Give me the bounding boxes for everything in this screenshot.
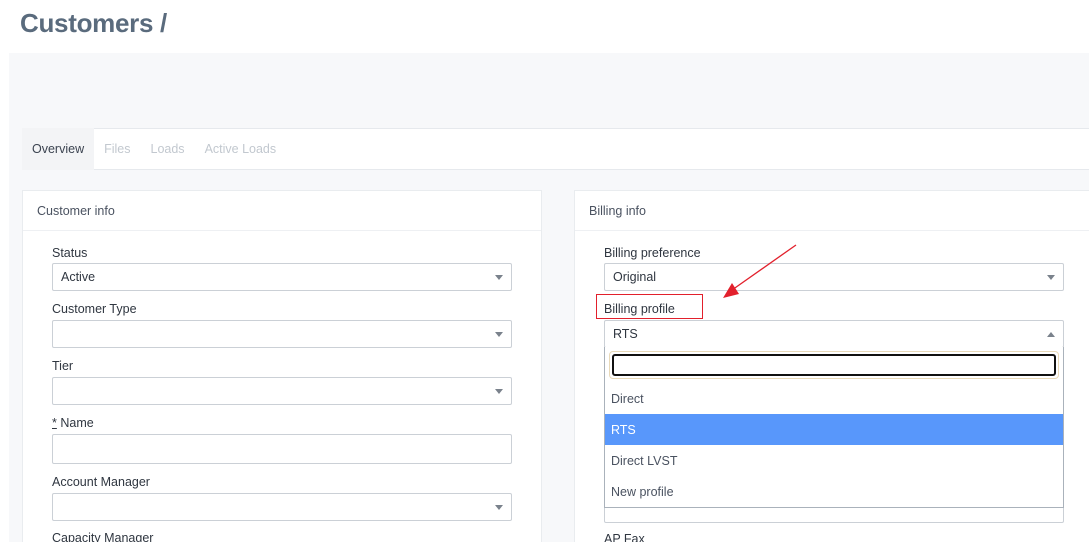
name-label: * Name	[52, 416, 94, 430]
annotation-arrow-icon	[723, 244, 797, 298]
tab-files[interactable]: Files	[94, 128, 140, 170]
chevron-down-icon	[495, 505, 503, 510]
account-manager-label: Account Manager	[52, 475, 150, 489]
name-input[interactable]	[52, 434, 512, 464]
name-label-text: Name	[60, 416, 94, 430]
billing-preference-select[interactable]: Original	[604, 263, 1064, 291]
tier-select[interactable]	[52, 377, 512, 405]
billing-info-heading: Billing info	[575, 191, 1089, 231]
customer-info-panel: Customer info	[22, 190, 542, 542]
option-direct-lvst[interactable]: Direct LVST	[605, 445, 1063, 476]
chevron-down-icon	[1047, 275, 1055, 280]
customer-info-heading: Customer info	[23, 191, 541, 231]
option-new-profile[interactable]: New profile	[605, 476, 1063, 507]
option-rts[interactable]: RTS	[605, 414, 1063, 445]
chevron-up-icon	[1047, 332, 1055, 337]
billing-preference-value: Original	[613, 270, 657, 284]
chevron-down-icon	[495, 332, 503, 337]
status-label: Status	[52, 246, 88, 260]
dropdown-search-input[interactable]	[612, 354, 1056, 376]
customer-type-label: Customer Type	[52, 302, 137, 316]
chevron-down-icon	[495, 389, 503, 394]
page-title: Customers /	[20, 8, 167, 38]
customer-type-select[interactable]	[52, 320, 512, 348]
required-marker: *	[52, 416, 57, 430]
account-manager-select[interactable]	[52, 493, 512, 521]
capacity-manager-label: Capacity Manager	[52, 531, 154, 542]
ap-fax-label: AP Fax	[604, 532, 645, 542]
dropdown-search-wrapper	[609, 351, 1059, 379]
status-value: Active	[61, 270, 96, 284]
billing-profile-value: RTS	[613, 327, 638, 341]
tier-label: Tier	[52, 359, 74, 373]
chevron-down-icon	[495, 275, 503, 280]
tab-overview[interactable]: Overview	[22, 128, 95, 170]
billing-profile-select[interactable]: RTS	[604, 320, 1064, 348]
tab-bar: Overview Files Loads Active Loads	[22, 128, 1089, 170]
billing-preference-label: Billing preference	[604, 246, 701, 260]
billing-profile-dropdown: Direct RTS Direct LVST New profile	[604, 347, 1064, 508]
option-direct[interactable]: Direct	[605, 383, 1063, 414]
annotation-highlight-box	[596, 294, 703, 319]
tab-active-loads[interactable]: Active Loads	[195, 128, 287, 170]
tab-loads[interactable]: Loads	[141, 128, 195, 170]
status-select[interactable]: Active	[52, 263, 512, 291]
